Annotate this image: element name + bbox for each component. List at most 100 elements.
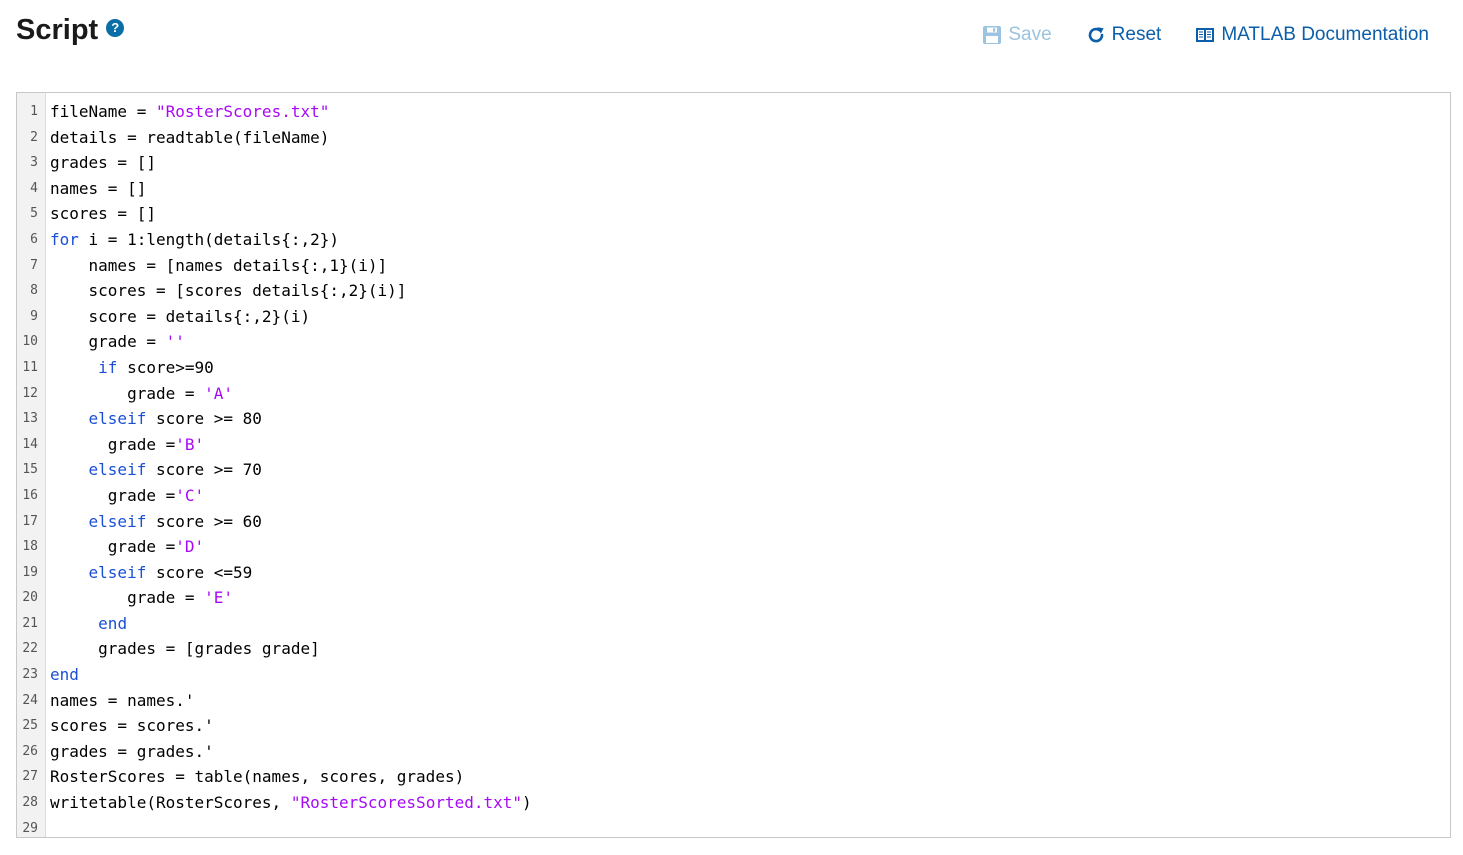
code-text: names = names.' <box>45 688 195 714</box>
code-text: RosterScores = table(names, scores, grad… <box>45 764 464 790</box>
question-circle-icon[interactable]: ? <box>106 18 125 37</box>
line-number: 2 <box>30 129 38 145</box>
code-text: names = [names details{:,1}(i)] <box>45 253 388 279</box>
code-line[interactable]: 13 elseif score >= 80 <box>17 406 1450 432</box>
reset-button[interactable]: Reset <box>1086 24 1161 46</box>
code-line[interactable]: 17 elseif score >= 60 <box>17 509 1450 535</box>
code-line[interactable]: 12 grade = 'A' <box>17 381 1450 407</box>
code-keyword: elseif <box>88 409 147 429</box>
code-string: 'C' <box>175 485 205 505</box>
line-number: 11 <box>22 359 38 375</box>
code-text: end <box>45 662 79 688</box>
code-line[interactable]: 7 names = [names details{:,1}(i)] <box>17 253 1450 279</box>
code-text: elseif score <=59 <box>45 560 253 586</box>
book-icon <box>1196 28 1215 42</box>
save-button[interactable]: Save <box>982 24 1052 46</box>
code-token: score>=90 <box>117 357 214 377</box>
line-number: 5 <box>30 206 38 222</box>
code-line[interactable]: 29 <box>17 816 1450 837</box>
code-text: elseif score >= 60 <box>45 509 262 535</box>
code-string: "RosterScoresSorted.txt" <box>290 793 523 813</box>
code-line[interactable]: 18 grade ='D' <box>17 534 1450 560</box>
line-number: 29 <box>22 820 38 836</box>
code-keyword: end <box>50 665 79 685</box>
matlab-documentation-link[interactable]: MATLAB Documentation <box>1195 24 1429 46</box>
line-number: 27 <box>22 769 38 785</box>
code-line[interactable]: 4 names = [] <box>17 176 1450 202</box>
code-line[interactable]: 9 score = details{:,2}(i) <box>17 304 1450 330</box>
code-line[interactable]: 19 elseif score <=59 <box>17 560 1450 586</box>
code-token: grades = [] <box>50 153 156 173</box>
code-line[interactable]: 10 grade = '' <box>17 329 1450 355</box>
code-line[interactable]: 8 scores = [scores details{:,2}(i)] <box>17 278 1450 304</box>
code-text: end <box>45 611 127 637</box>
code-string: "RosterScores.txt" <box>155 102 330 121</box>
code-line[interactable]: 24 names = names.' <box>17 688 1450 714</box>
code-line[interactable]: 26 grades = grades.' <box>17 739 1450 765</box>
code-token: grade = <box>50 537 176 557</box>
code-line[interactable]: 14 grade ='B' <box>17 432 1450 458</box>
code-line[interactable]: 23 end <box>17 662 1450 688</box>
line-number: 14 <box>22 436 38 452</box>
code-token: names = [] <box>50 178 147 198</box>
code-line[interactable]: 15 elseif score >= 70 <box>17 457 1450 483</box>
code-token: details = readtable(fileName) <box>50 127 330 147</box>
line-number: 9 <box>30 308 38 324</box>
code-token: scores = [] <box>50 204 156 224</box>
line-number: 25 <box>22 718 38 734</box>
code-token: grade = <box>50 383 205 403</box>
code-keyword: end <box>98 613 128 633</box>
code-token: writetable(RosterScores, <box>50 793 291 813</box>
line-number: 24 <box>22 692 38 708</box>
line-number: 12 <box>22 385 38 401</box>
line-number: 1 <box>30 104 38 119</box>
floppy-disk-icon <box>983 26 1002 44</box>
code-string: '' <box>165 332 185 352</box>
code-keyword: elseif <box>88 562 147 582</box>
code-token: grade = <box>50 332 166 352</box>
code-line[interactable]: 25 scores = scores.' <box>17 713 1450 739</box>
code-text: grade = 'A' <box>45 381 233 407</box>
code-line[interactable]: 21 end <box>17 611 1450 637</box>
code-text: fileName = "RosterScores.txt" <box>45 99 329 125</box>
code-token: scores = [scores details{:,2}(i)] <box>50 281 407 301</box>
code-lines: 1 fileName = "RosterScores.txt" 2 details =… <box>17 99 1450 837</box>
code-text: scores = [] <box>45 201 156 227</box>
code-token: grade = <box>50 434 176 454</box>
code-line[interactable]: 22 grades = [grades grade] <box>17 636 1450 662</box>
code-line[interactable]: 28 writetable(RosterScores, "RosterScores… <box>17 790 1450 816</box>
code-editor[interactable]: 1 fileName = "RosterScores.txt" 2 details =… <box>16 92 1451 838</box>
code-text: scores = scores.' <box>45 713 214 739</box>
line-number: 18 <box>22 539 38 555</box>
code-line[interactable]: 2 details = readtable(fileName) <box>17 125 1450 151</box>
line-number: 19 <box>22 564 38 580</box>
code-keyword: for <box>50 229 79 249</box>
code-token: i = 1:length(details{:,2}) <box>78 229 339 249</box>
code-line[interactable]: 6 for i = 1:length(details{:,2}) <box>17 227 1450 253</box>
code-token: fileName = <box>50 102 156 121</box>
code-line[interactable]: 5 scores = [] <box>17 201 1450 227</box>
code-text: writetable(RosterScores, "RosterScoresSo… <box>45 790 532 816</box>
code-line[interactable]: 3 grades = [] <box>17 150 1450 176</box>
line-number: 4 <box>30 180 38 196</box>
code-text: for i = 1:length(details{:,2}) <box>45 227 339 253</box>
code-line[interactable]: 27 RosterScores = table(names, scores, gr… <box>17 764 1450 790</box>
code-keyword: if <box>98 357 118 377</box>
line-number: 3 <box>30 155 38 171</box>
code-token: grade = <box>50 485 176 505</box>
line-number: 7 <box>30 257 38 273</box>
code-text: grade ='B' <box>45 432 204 458</box>
code-line[interactable]: 20 grade = 'E' <box>17 585 1450 611</box>
code-line[interactable]: 1 fileName = "RosterScores.txt" <box>17 99 1450 125</box>
code-line[interactable]: 16 grade ='C' <box>17 483 1450 509</box>
line-number: 21 <box>22 615 38 631</box>
line-number: 28 <box>22 795 38 811</box>
code-text: grade = '' <box>45 329 185 355</box>
code-line[interactable]: 11 if score>=90 <box>17 355 1450 381</box>
code-token: RosterScores = table(names, scores, grad… <box>50 767 465 787</box>
line-number: 13 <box>22 411 38 427</box>
code-text: grade ='D' <box>45 534 204 560</box>
header: Script ? Save Reset MATLAB Documentation <box>0 0 1463 70</box>
